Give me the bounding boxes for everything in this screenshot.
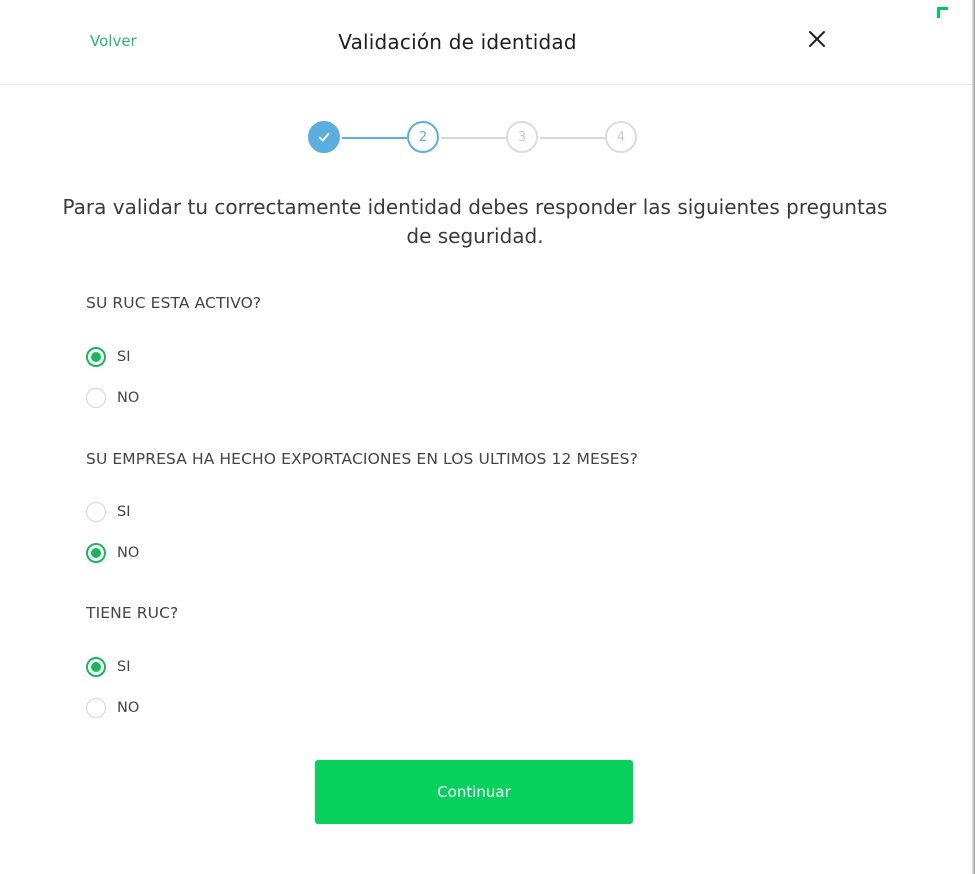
radio-button-selected[interactable]: [86, 657, 106, 677]
option-q2-no[interactable]: NO: [86, 542, 139, 564]
option-q1-no[interactable]: NO: [86, 387, 139, 409]
step-4: 4: [605, 121, 637, 153]
option-q3-si[interactable]: SI: [86, 656, 130, 678]
radio-button-selected[interactable]: [86, 347, 106, 367]
question-has-ruc: TIENE RUC?: [86, 604, 179, 622]
radio-button[interactable]: [86, 502, 106, 522]
step-3: 3: [506, 121, 538, 153]
check-icon: [318, 132, 330, 142]
option-q3-no[interactable]: NO: [86, 697, 139, 719]
close-icon: [809, 31, 825, 47]
option-label: SI: [117, 504, 131, 520]
option-label: SI: [117, 659, 131, 675]
progress-stepper: 2 3 4: [308, 121, 642, 157]
step-2: 2: [407, 121, 439, 153]
radio-button-selected[interactable]: [86, 543, 106, 563]
option-label: NO: [117, 545, 140, 561]
stepper-connector: [441, 137, 506, 139]
radio-button[interactable]: [86, 698, 106, 718]
continue-button[interactable]: Continuar: [315, 760, 633, 824]
question-ruc-active: SU RUC ESTA ACTIVO?: [86, 294, 262, 312]
option-q2-si[interactable]: SI: [86, 501, 130, 523]
option-label: NO: [117, 390, 140, 406]
close-button[interactable]: [806, 28, 828, 50]
radio-button[interactable]: [86, 388, 106, 408]
step-1: [308, 121, 340, 153]
question-exports: SU EMPRESA HA HECHO EXPORTACIONES EN LOS…: [86, 450, 638, 468]
stepper-connector: [342, 137, 407, 139]
option-q1-si[interactable]: SI: [86, 346, 130, 368]
option-label: NO: [117, 700, 140, 716]
stepper-connector: [540, 137, 605, 139]
modal-header: Volver Validación de identidad: [0, 0, 972, 85]
intro-text: Para validar tu correctamente identidad …: [62, 195, 888, 248]
identity-validation-modal: Volver Validación de identidad 2 3 4 Par…: [0, 0, 975, 874]
modal-title: Validación de identidad: [338, 30, 577, 54]
option-label: SI: [117, 349, 131, 365]
